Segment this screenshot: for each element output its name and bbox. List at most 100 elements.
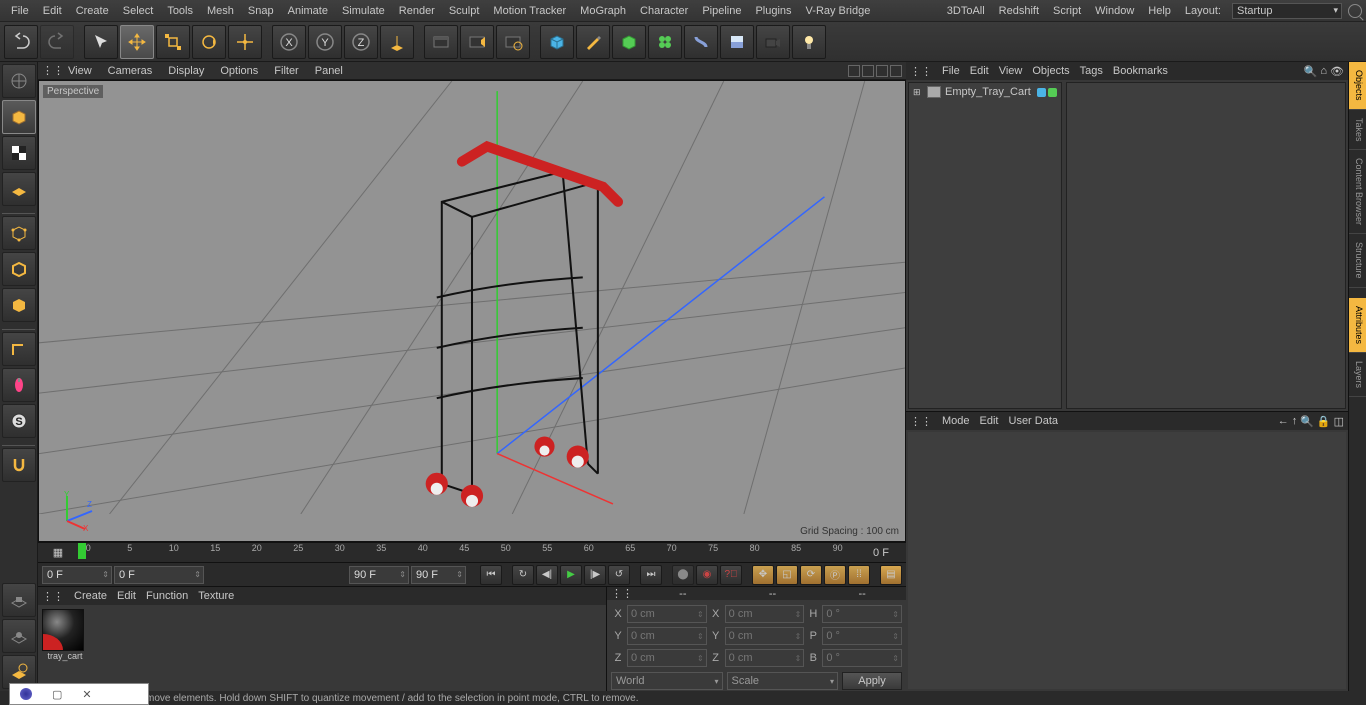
coord-field[interactable]: 0 cm (725, 649, 805, 667)
menu-simulate[interactable]: Simulate (335, 0, 392, 22)
pen-tool-button[interactable] (576, 25, 610, 59)
menu-redshift[interactable]: Redshift (992, 0, 1046, 22)
menu-mograph[interactable]: MoGraph (573, 0, 633, 22)
coord-space-dropdown[interactable]: World (611, 672, 723, 690)
search-icon[interactable]: 🔍 (1304, 65, 1318, 78)
obj-menu-objects[interactable]: Objects (1032, 65, 1069, 77)
viewport[interactable]: Perspective (38, 80, 906, 542)
menu-character[interactable]: Character (633, 0, 695, 22)
close-icon[interactable]: ✕ (82, 688, 91, 701)
mat-menu-texture[interactable]: Texture (198, 590, 234, 602)
expand-icon[interactable]: ⊞ (913, 87, 923, 98)
vp-menu-display[interactable]: Display (160, 65, 212, 77)
menu-tools[interactable]: Tools (160, 0, 200, 22)
menu-create[interactable]: Create (69, 0, 116, 22)
search-icon[interactable] (1348, 4, 1362, 18)
tab-layers[interactable]: Layers (1349, 353, 1366, 397)
vp-menu-panel[interactable]: Panel (307, 65, 351, 77)
coord-field[interactable]: 0 cm (725, 627, 805, 645)
environment-button[interactable] (720, 25, 754, 59)
mat-menu-function[interactable]: Function (146, 590, 188, 602)
menu-plugins[interactable]: Plugins (748, 0, 798, 22)
obj-menu-view[interactable]: View (999, 65, 1023, 77)
light-button[interactable] (792, 25, 826, 59)
goto-start-button[interactable]: ⏮ (480, 565, 502, 585)
tab-takes[interactable]: Takes (1349, 110, 1366, 151)
autokey-button[interactable]: ◉ (696, 565, 718, 585)
menu-select[interactable]: Select (116, 0, 161, 22)
primitive-cube-button[interactable] (540, 25, 574, 59)
edges-mode-button[interactable] (2, 252, 36, 286)
coord-system-button[interactable] (380, 25, 414, 59)
start-frame-field[interactable]: 0 F (42, 566, 112, 584)
menu-vray[interactable]: V-Ray Bridge (799, 0, 878, 22)
visibility-dot-icon[interactable] (1048, 88, 1057, 97)
coord-field[interactable]: 0 ° (822, 605, 902, 623)
object-row[interactable]: ⊞ Empty_Tray_Cart (911, 85, 1059, 99)
render-pv-button[interactable] (460, 25, 494, 59)
workplane-button[interactable] (2, 172, 36, 206)
points-mode-button[interactable] (2, 216, 36, 250)
coord-field[interactable]: 0 cm (627, 627, 707, 645)
live-select-button[interactable] (84, 25, 118, 59)
obj-menu-edit[interactable]: Edit (970, 65, 989, 77)
nav-back-icon[interactable]: ← (1278, 415, 1289, 428)
menu-pipeline[interactable]: Pipeline (695, 0, 748, 22)
obj-menu-bookmarks[interactable]: Bookmarks (1113, 65, 1168, 77)
timeline[interactable]: ▦ 051015202530354045505560657075808590 0… (38, 542, 906, 562)
tab-objects[interactable]: Objects (1349, 62, 1366, 110)
key-scale-button[interactable]: ◱ (776, 565, 798, 585)
menu-render[interactable]: Render (392, 0, 442, 22)
menu-file[interactable]: File (4, 0, 36, 22)
loop2-button[interactable]: ↺ (608, 565, 630, 585)
z-axis-button[interactable]: Z (344, 25, 378, 59)
mat-menu-create[interactable]: Create (74, 590, 107, 602)
vp-menu-view[interactable]: View (60, 65, 100, 77)
move-button[interactable] (120, 25, 154, 59)
attr-menu-userdata[interactable]: User Data (1009, 415, 1059, 427)
range-from-field[interactable]: 0 F (114, 566, 204, 584)
vp-nav-icon[interactable] (848, 65, 860, 77)
menu-sculpt[interactable]: Sculpt (442, 0, 487, 22)
attributes-body[interactable] (908, 432, 1346, 689)
key-pos-button[interactable]: ✥ (752, 565, 774, 585)
rotate-button[interactable] (192, 25, 226, 59)
redo-button[interactable] (40, 25, 74, 59)
coord-mode-dropdown[interactable]: Scale (727, 672, 839, 690)
axis-button[interactable] (2, 332, 36, 366)
new-window-icon[interactable]: ◫ (1334, 415, 1344, 428)
scale-button[interactable] (156, 25, 190, 59)
key-button[interactable]: ?⃝ (720, 565, 742, 585)
attr-menu-mode[interactable]: Mode (942, 415, 970, 427)
key-pla-button[interactable]: ⁞⁞ (848, 565, 870, 585)
obj-menu-tags[interactable]: Tags (1080, 65, 1103, 77)
play-button[interactable]: ▶ (560, 565, 582, 585)
recent-tool-button[interactable] (228, 25, 262, 59)
viewport-solo-button[interactable]: S (2, 404, 36, 438)
x-axis-button[interactable]: X (272, 25, 306, 59)
menu-window[interactable]: Window (1088, 0, 1141, 22)
restore-icon[interactable]: ▢ (52, 688, 62, 701)
layout-dropdown[interactable]: Startup (1232, 3, 1342, 19)
home-icon[interactable]: ⌂ (1320, 65, 1327, 78)
render-view-button[interactable] (424, 25, 458, 59)
coord-field[interactable]: 0 cm (627, 605, 707, 623)
key-param-button[interactable]: Ⓟ (824, 565, 846, 585)
array-button[interactable] (648, 25, 682, 59)
tab-attributes[interactable]: Attributes (1349, 298, 1366, 353)
next-key-button[interactable]: |▶ (584, 565, 606, 585)
menu-3dtoall[interactable]: 3DToAll (940, 0, 992, 22)
mat-menu-edit[interactable]: Edit (117, 590, 136, 602)
object-tags-area[interactable] (1066, 82, 1346, 409)
range-to-field[interactable]: 90 F (349, 566, 409, 584)
os-taskbar-thumbnail[interactable]: ▢ ✕ (9, 683, 149, 705)
render-settings-button[interactable] (496, 25, 530, 59)
vp-menu-cameras[interactable]: Cameras (100, 65, 161, 77)
tab-content-browser[interactable]: Content Browser (1349, 150, 1366, 234)
polygons-mode-button[interactable] (2, 288, 36, 322)
menu-animate[interactable]: Animate (281, 0, 335, 22)
attr-menu-edit[interactable]: Edit (980, 415, 999, 427)
snap-button[interactable] (2, 448, 36, 482)
obj-menu-file[interactable]: File (942, 65, 960, 77)
make-editable-button[interactable] (2, 64, 36, 98)
